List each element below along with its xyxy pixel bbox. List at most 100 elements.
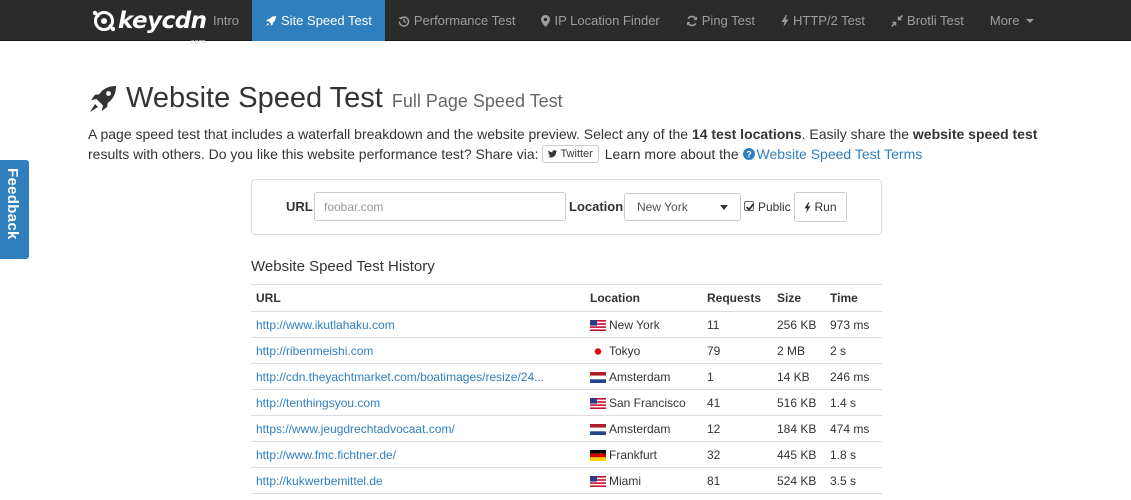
flag-us-icon [590, 319, 606, 331]
nav-item-intro[interactable]: Intro [200, 0, 252, 41]
intro-highlight-locations: 14 test locations [691, 126, 802, 142]
column-header-time: Time [825, 284, 882, 312]
nav-more-dropdown[interactable]: More [977, 0, 1047, 41]
flag-us-icon [590, 475, 606, 487]
history-url-link[interactable]: http://cdn.theyachtmarket.com/boatimages… [256, 370, 544, 384]
nav-item-label: Site Speed Test [281, 13, 372, 28]
column-header-size: Size [772, 284, 825, 312]
rocket-icon [90, 85, 116, 112]
brand-logo[interactable]: keycdn .com [92, 7, 207, 46]
table-row: http://kukwerbemittel.de Miami 81 524 KB 3.5… [251, 467, 882, 494]
location-name: New York [609, 317, 660, 332]
public-label: Public [758, 200, 791, 214]
question-circle-icon: ? [742, 148, 755, 160]
history-url-link[interactable]: http://www.fmc.fichtner.de/ [256, 448, 396, 462]
nav-item-label: Performance Test [413, 13, 516, 28]
history-url-link[interactable]: http://kukwerbemittel.de [256, 474, 383, 488]
run-label: Run [814, 200, 837, 214]
refresh-icon [686, 15, 697, 26]
cell-location: Amsterdam [585, 415, 702, 442]
flag-nl-icon [590, 423, 606, 435]
speed-test-form: URL Location New York Public Run [251, 179, 882, 235]
history-url-link[interactable]: https://www.jeugdrechtadvocaat.com/ [256, 422, 455, 436]
cell-url: http://tenthingsyou.com [251, 389, 585, 416]
url-label: URL [286, 199, 313, 214]
public-checkbox[interactable] [744, 201, 755, 211]
nav-item-performance-test[interactable]: Performance Test [385, 0, 529, 41]
cell-time: 1.4 s [825, 389, 882, 416]
keycdn-logo-icon [92, 10, 116, 32]
url-input[interactable] [314, 192, 566, 221]
history-url-link[interactable]: http://www.ikutlahaku.com [256, 318, 395, 332]
nav-item-label: Brotli Test [907, 13, 964, 28]
nav-item-ping-test[interactable]: Ping Test [673, 0, 768, 41]
flag-de-icon [590, 449, 606, 461]
location-selected-value: New York [637, 200, 688, 214]
location-name: San Francisco [609, 395, 686, 410]
table-row: http://www.ikutlahaku.com New York 11 256 K… [251, 311, 882, 338]
cell-url: https://www.jeugdrechtadvocaat.com/ [251, 415, 585, 442]
page-header: Website Speed Test Full Page Speed Test [88, 82, 563, 115]
location-name: Amsterdam [609, 369, 671, 384]
intro-text: Learn more about the [600, 146, 743, 162]
cell-requests: 11 [702, 311, 772, 338]
feedback-tab[interactable]: Feedback [0, 160, 29, 259]
cell-location: San Francisco [585, 389, 702, 416]
nav-item-ip-location-finder[interactable]: IP Location Finder [528, 0, 672, 41]
bolt-icon [804, 201, 812, 213]
checkmark-icon [745, 203, 755, 211]
location-select[interactable]: New York [624, 193, 741, 221]
table-row: http://ribenmeishi.com Tokyo 79 2 MB 2 s [251, 337, 882, 364]
nav-item-label: Ping Test [701, 13, 756, 28]
cell-requests: 32 [702, 441, 772, 468]
cell-size: 524 KB [772, 467, 825, 494]
nav-item-label: HTTP/2 Test [793, 13, 866, 28]
table-row: http://cdn.theyachtmarket.com/boatimages… [251, 363, 882, 390]
location-name: Amsterdam [609, 421, 671, 436]
intro-text: results with others. Do you like this we… [88, 146, 543, 162]
cell-size: 184 KB [772, 415, 825, 442]
page-subtitle: Full Page Speed Test [391, 91, 563, 111]
intro-text: . Easily share the [801, 126, 913, 142]
cell-url: http://ribenmeishi.com [251, 337, 585, 364]
cell-location: Miami [585, 467, 702, 494]
page-title: Website Speed Test [126, 82, 383, 114]
cell-requests: 79 [702, 337, 772, 364]
column-header-requests: Requests [702, 284, 772, 312]
run-button[interactable]: Run [794, 192, 847, 222]
brand-name: keycdn .com [118, 9, 207, 46]
location-label: Location [569, 199, 624, 214]
bolt-icon [781, 14, 789, 27]
cell-url: http://www.ikutlahaku.com [251, 311, 585, 338]
flag-nl-icon [590, 371, 606, 383]
twitter-share-button[interactable]: Twitter [542, 145, 599, 163]
flag-jp-icon [590, 345, 606, 357]
cell-size: 445 KB [772, 441, 825, 468]
cell-size: 14 KB [772, 363, 825, 390]
history-url-link[interactable]: http://tenthingsyou.com [256, 396, 380, 410]
twitter-label: Twitter [560, 148, 593, 160]
nav-item-label: Intro [213, 13, 240, 28]
cell-requests: 12 [702, 415, 772, 442]
cell-location: Frankfurt [585, 441, 702, 468]
map-marker-icon [541, 14, 551, 27]
cell-requests: 41 [702, 389, 772, 416]
nav-item-http2-test[interactable]: HTTP/2 Test [768, 0, 878, 41]
history-url-link[interactable]: http://ribenmeishi.com [256, 344, 373, 358]
cell-url: http://kukwerbemittel.de [251, 467, 585, 494]
cell-location: Amsterdam [585, 363, 702, 390]
cell-size: 256 KB [772, 311, 825, 338]
terms-link[interactable]: ? Website Speed Test Terms [742, 146, 922, 162]
table-row: http://www.fmc.fichtner.de/Frankfurt 32 44… [251, 441, 882, 468]
svg-text:?: ? [746, 149, 752, 159]
location-name: Tokyo [609, 343, 641, 358]
flag-us-icon [590, 397, 606, 409]
cell-time: 246 ms [825, 363, 882, 390]
cell-time: 1.8 s [825, 441, 882, 468]
caret-down-icon [1025, 18, 1034, 23]
cell-time: 973 ms [825, 311, 882, 338]
nav-item-brotli-test[interactable]: Brotli Test [878, 0, 977, 41]
feedback-label: Feedback [4, 168, 21, 240]
chevron-down-icon [720, 204, 728, 210]
nav-item-site-speed-test[interactable]: Site Speed Test [252, 0, 385, 41]
